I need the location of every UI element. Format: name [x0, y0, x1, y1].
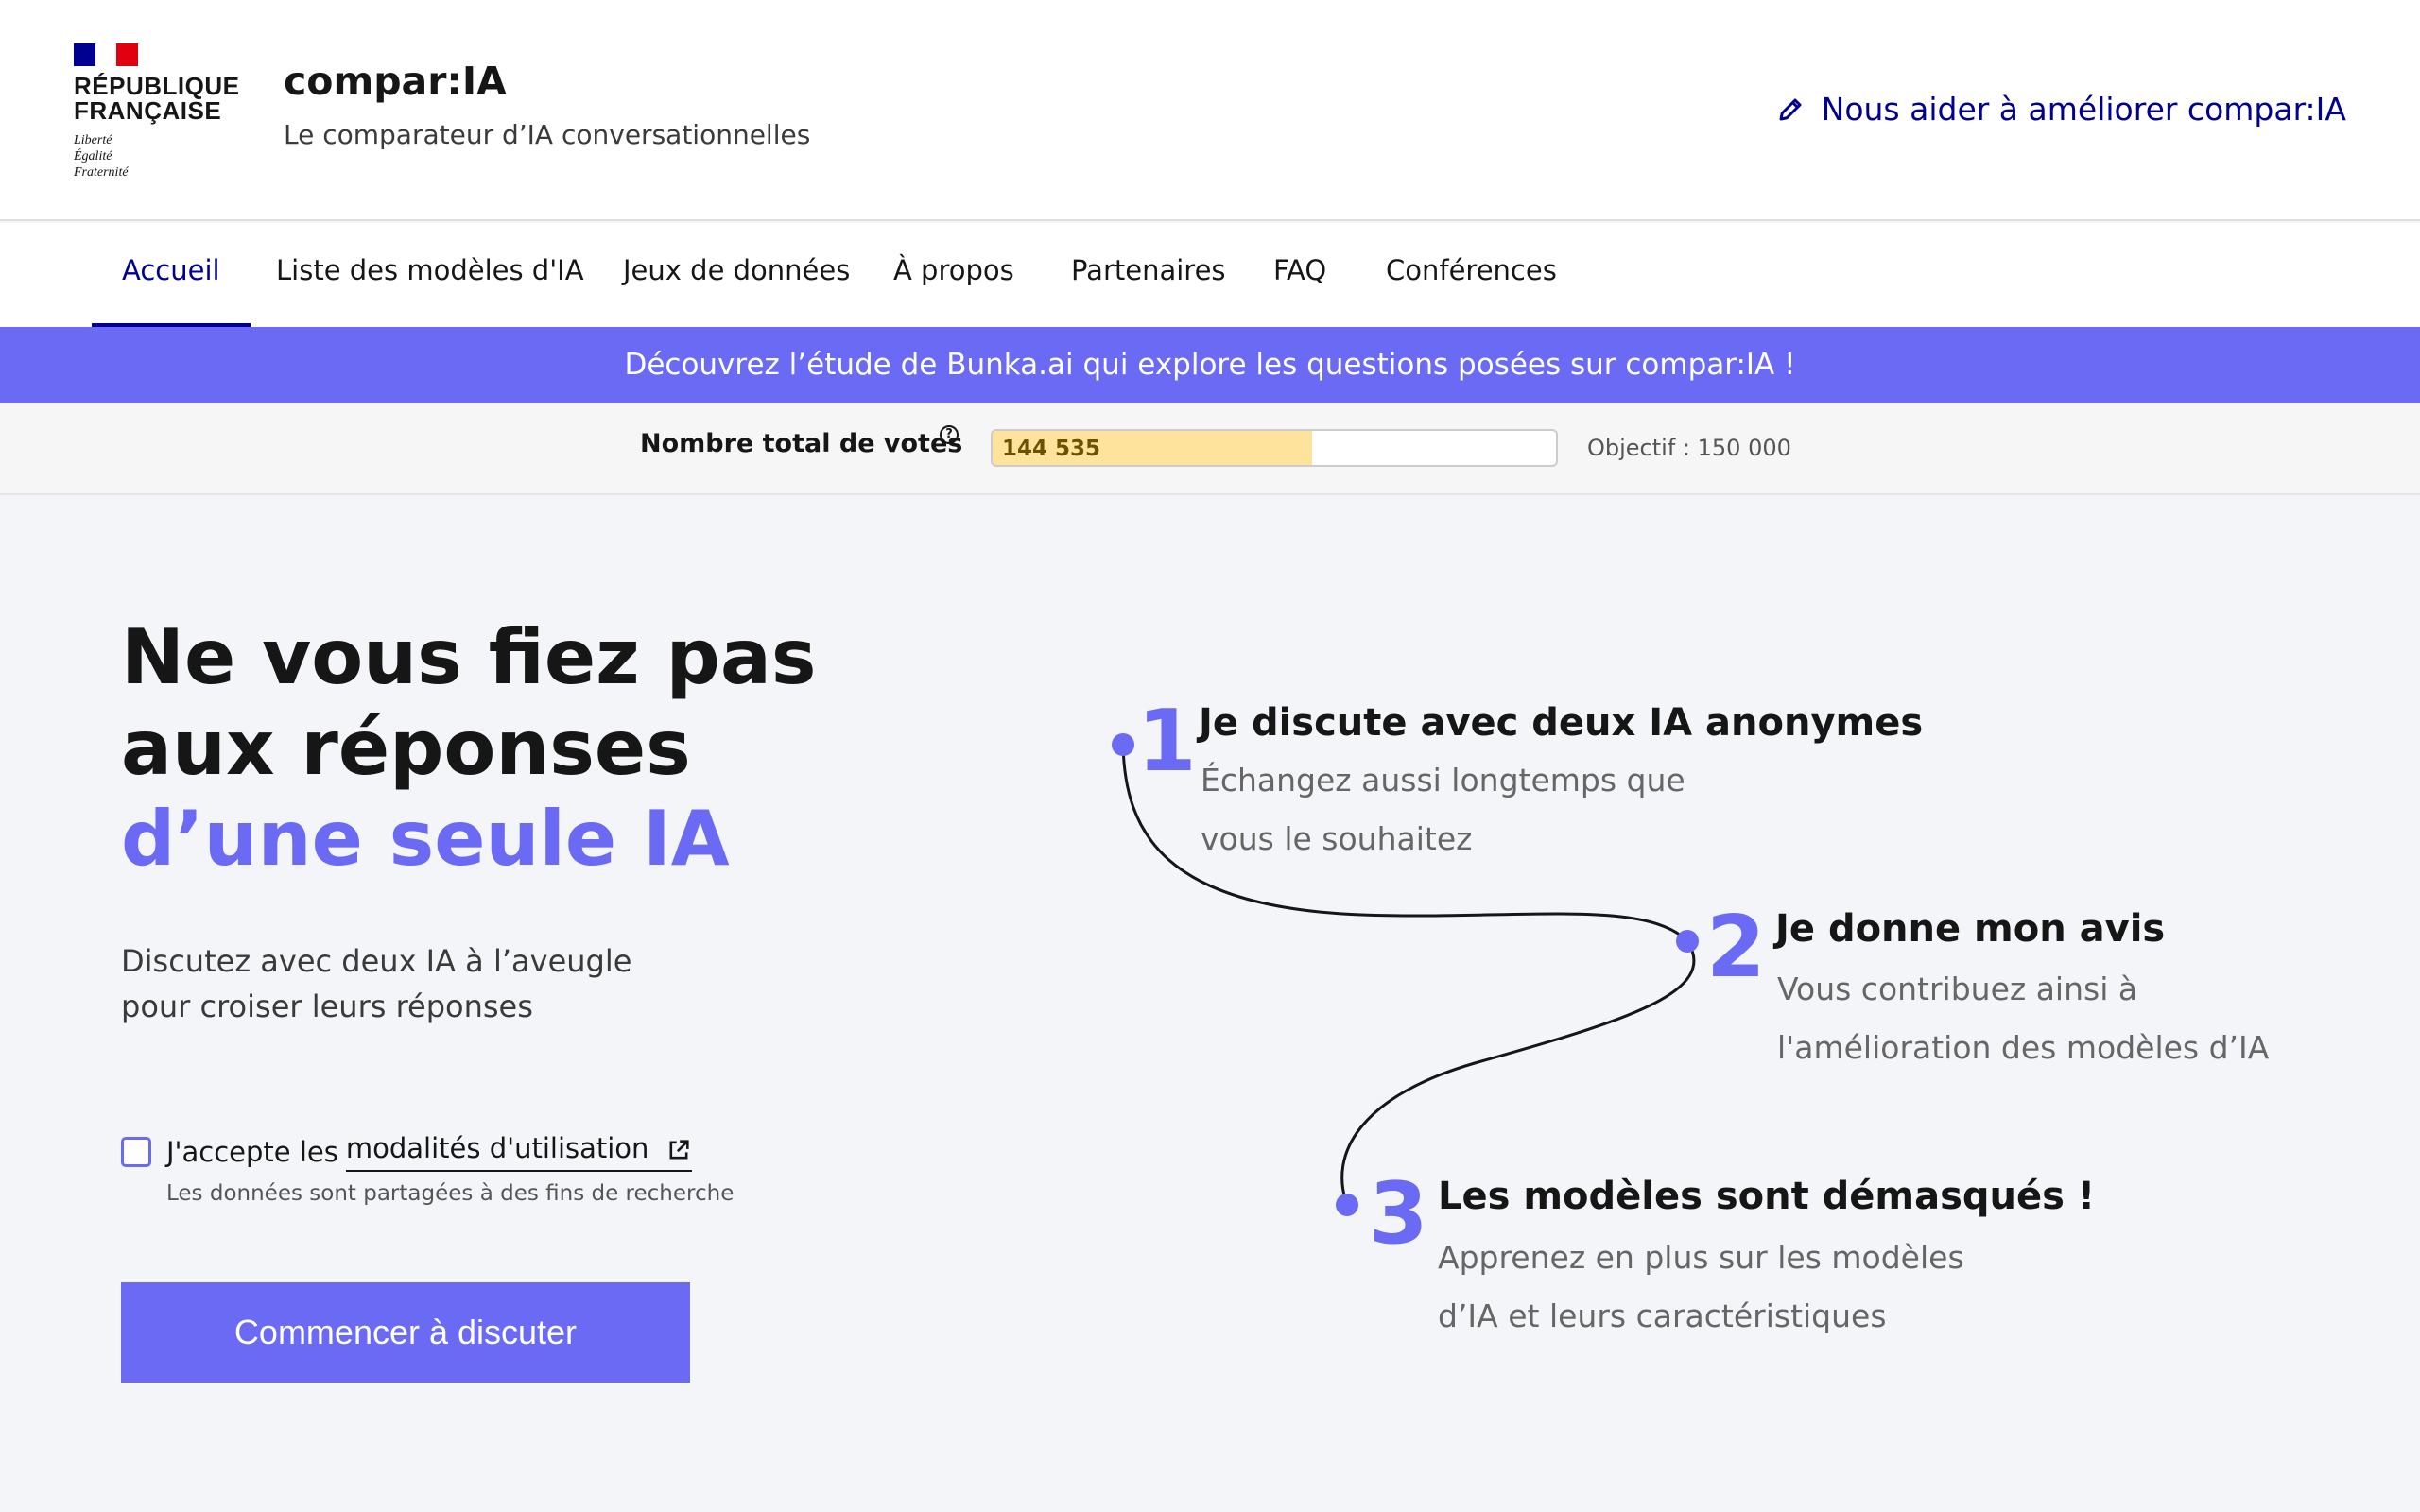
announcement-banner[interactable]: Découvrez l’étude de Bunka.ai qui explor…: [0, 327, 2420, 403]
nav-item-a-propos[interactable]: À propos: [863, 223, 1045, 327]
votes-objective: Objectif : 150 000: [1587, 435, 1791, 461]
hero-title: Ne vous fiez pas aux réponses d’une seul…: [121, 613, 817, 883]
step-2-dot: [1676, 930, 1699, 953]
nav-item-partenaires[interactable]: Partenaires: [1041, 223, 1256, 327]
french-flag-icon: [74, 43, 139, 66]
site-title[interactable]: compar:IA: [284, 59, 507, 104]
logo-text-line1: RÉPUBLIQUE: [74, 72, 240, 100]
votes-label: Nombre total de votes: [640, 429, 963, 458]
pencil-icon: [1779, 98, 1802, 120]
logo-text-line2: FRANÇAISE: [74, 96, 222, 125]
votes-bar: Nombre total de votes ? 144 535 Objectif…: [0, 403, 2420, 495]
main-nav: Accueil Liste des modèles d'IA Jeux de d…: [0, 223, 2420, 327]
step-2-title: Je donne mon avis: [1775, 907, 2166, 951]
nav-item-modeles[interactable]: Liste des modèles d'IA: [246, 223, 614, 327]
terms-prefix: J'accepte les: [166, 1136, 338, 1168]
step-1-dot: [1112, 733, 1134, 756]
nav-item-jeux-de-donnees[interactable]: Jeux de données: [593, 223, 880, 327]
start-chat-button[interactable]: Commencer à discuter: [121, 1282, 690, 1383]
help-improve-label: Nous aider à améliorer compar:IA: [1821, 91, 2346, 128]
step-2-description: Vous contribuez ainsi à l'amélioration d…: [1777, 971, 2270, 1066]
step-3-dot: [1336, 1194, 1358, 1216]
republique-francaise-logo[interactable]: RÉPUBLIQUE FRANÇAISE Liberté Égalité Fra…: [74, 43, 240, 180]
hero-description: Discutez avec deux IA à l’aveugle pour c…: [121, 943, 632, 1024]
step-3-description: Apprenez en plus sur les modèles d’IA et…: [1438, 1239, 1964, 1334]
step-3-number: 3: [1369, 1164, 1428, 1263]
step-1-number: 1: [1137, 692, 1197, 791]
step-1-description: Échangez aussi longtemps que vous le sou…: [1201, 762, 1685, 857]
nav-item-conferences[interactable]: Conférences: [1356, 223, 1587, 327]
votes-count: 144 535: [1002, 437, 1101, 461]
nav-item-faq[interactable]: FAQ: [1243, 223, 1357, 327]
help-improve-link[interactable]: Nous aider à améliorer compar:IA: [1776, 91, 2346, 128]
site-header: RÉPUBLIQUE FRANÇAISE Liberté Égalité Fra…: [0, 0, 2420, 221]
nav-item-accueil[interactable]: Accueil: [92, 223, 251, 327]
terms-checkbox[interactable]: [121, 1137, 151, 1167]
external-link-icon: [669, 1140, 689, 1160]
step-3-title: Les modèles sont démasqués !: [1438, 1175, 2096, 1218]
votes-progress: 144 535: [991, 429, 1558, 467]
terms-note: Les données sont partagées à des fins de…: [166, 1181, 735, 1206]
logo-devise: Liberté Égalité Fraternité: [74, 133, 129, 180]
step-1-title: Je discute avec deux IA anonymes: [1199, 701, 1924, 745]
terms-acceptance: J'accepte les modalités d'utilisation: [121, 1132, 692, 1172]
step-2-number: 2: [1706, 898, 1766, 997]
site-subtitle: Le comparateur d’IA conversationnelles: [284, 119, 811, 150]
terms-link[interactable]: modalités d'utilisation: [345, 1132, 692, 1172]
help-icon[interactable]: ?: [940, 425, 959, 444]
